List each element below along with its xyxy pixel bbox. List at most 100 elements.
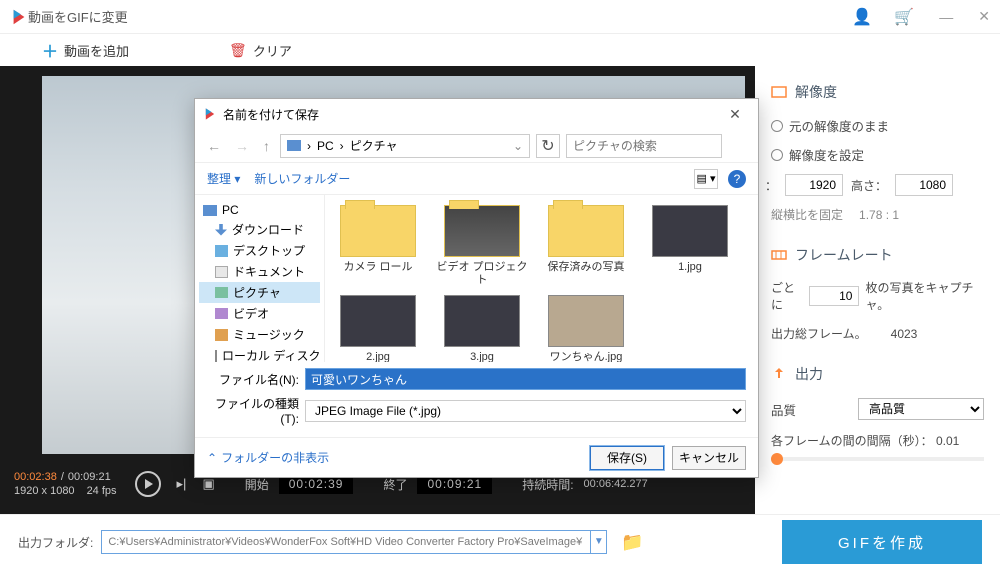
dialog-close-button[interactable]: ✕ <box>720 106 750 123</box>
total-time: 00:09:21 <box>68 471 111 483</box>
tree-downloads[interactable]: ダウンロード <box>199 219 320 240</box>
tree-documents[interactable]: ドキュメント <box>199 261 320 282</box>
filetype-label: ファイルの種類(T): <box>207 395 299 426</box>
folder-item[interactable]: ビデオ プロジェクト <box>435 205 529 287</box>
document-icon <box>215 266 228 278</box>
trash-icon: 🗑 <box>229 42 247 59</box>
minimize-button[interactable]: — <box>939 9 953 25</box>
clear-label: クリア <box>253 41 292 60</box>
save-button[interactable]: 保存(S) <box>590 446 664 470</box>
tree-music[interactable]: ミュージック <box>199 324 320 345</box>
new-folder-button[interactable]: 新しいフォルダー <box>254 170 350 187</box>
file-item[interactable]: ワンちゃん.jpg <box>539 295 633 362</box>
cancel-button[interactable]: キャンセル <box>672 446 746 470</box>
framerate-title: フレームレート <box>771 245 984 265</box>
output-path-input[interactable] <box>101 530 591 554</box>
start-label: 開始 <box>245 476 269 493</box>
back-button[interactable]: ← <box>203 138 225 154</box>
current-time: 00:02:38 <box>14 471 57 483</box>
organize-menu[interactable]: 整理 ▾ <box>207 170 240 187</box>
quality-select[interactable]: 高品質 <box>858 398 984 420</box>
folder-tree: PC ダウンロード デスクトップ ドキュメント ピクチャ ビデオ ミュージック … <box>195 195 325 362</box>
file-item[interactable]: 2.jpg <box>331 295 425 362</box>
folder-icon <box>548 205 624 257</box>
create-gif-button[interactable]: GIFを作成 <box>782 520 982 564</box>
set-resolution-radio[interactable]: 解像度を設定 <box>771 145 984 164</box>
disk-icon <box>215 350 217 362</box>
hide-folders-toggle[interactable]: ⌃フォルダーの非表示 <box>207 449 329 466</box>
end-label: 終了 <box>383 476 407 493</box>
right-panel: 解像度 元の解像度のまま 解像度を設定 ： 高さ： 縦横比を固定 1.78 : … <box>755 66 1000 514</box>
file-item[interactable]: 1.jpg <box>643 205 737 287</box>
save-dialog: 名前を付けて保存 ✕ ← → ↑ › PC › ピクチャ ⌄ ↻ 整理 ▾ 新し… <box>194 98 759 478</box>
add-video-button[interactable]: ＋ 動画を追加 <box>42 38 129 62</box>
dialog-title: 名前を付けて保存 <box>223 106 319 123</box>
app-logo-icon <box>203 107 217 121</box>
cart-icon[interactable]: 🛒 <box>894 7 914 27</box>
tree-videos[interactable]: ビデオ <box>199 303 320 324</box>
plus-icon: ＋ <box>42 38 58 62</box>
filetype-select[interactable]: JPEG Image File (*.jpg) <box>305 400 746 422</box>
file-item[interactable]: 3.jpg <box>435 295 529 362</box>
browse-folder-icon[interactable]: 📁 <box>621 532 643 553</box>
tree-desktop[interactable]: デスクトップ <box>199 240 320 261</box>
output-icon <box>771 366 787 382</box>
filename-input[interactable] <box>305 368 746 390</box>
total-frames-label: 出力総フレーム。 <box>771 325 867 342</box>
interval-slider[interactable] <box>771 457 984 461</box>
folder-icon <box>444 205 520 257</box>
radio-icon <box>771 120 783 132</box>
app-logo-icon <box>10 8 28 26</box>
music-icon <box>215 329 228 341</box>
toolbar: ＋ 動画を追加 🗑 クリア <box>0 34 1000 66</box>
folder-item[interactable]: カメラ ロール <box>331 205 425 287</box>
dialog-fields: ファイル名(N): ファイルの種類(T): JPEG Image File (*… <box>195 362 758 437</box>
quality-label: 品質 <box>771 400 796 419</box>
fps-text: 24 fps <box>87 485 117 497</box>
clear-button[interactable]: 🗑 クリア <box>229 41 292 60</box>
tree-disk-c[interactable]: ローカル ディスク (C <box>199 345 320 362</box>
titlebar: 動画をGIFに変更 👤 🛒 — ✕ <box>0 0 1000 34</box>
dialog-footer: ⌃フォルダーの非表示 保存(S) キャンセル <box>195 437 758 477</box>
keep-resolution-radio[interactable]: 元の解像度のまま <box>771 116 984 135</box>
bottom-bar: 出力フォルダ: ▼ 📁 GIFを作成 <box>0 514 1000 569</box>
resolution-text: 1920 x 1080 <box>14 485 75 497</box>
image-thumb <box>548 295 624 347</box>
forward-button[interactable]: → <box>231 138 253 154</box>
search-input[interactable] <box>566 134 722 158</box>
capture-interval-input[interactable] <box>809 286 859 306</box>
desktop-icon <box>215 245 228 257</box>
ratio-value: 1.78 : 1 <box>859 208 899 222</box>
total-frames-value: 4023 <box>891 327 918 341</box>
slider-thumb[interactable] <box>771 453 783 465</box>
play-icon <box>145 479 153 489</box>
breadcrumb[interactable]: › PC › ピクチャ ⌄ <box>280 134 530 158</box>
dialog-toolbar: 整理 ▾ 新しいフォルダー ▤ ▾ ? <box>195 163 758 195</box>
add-label: 動画を追加 <box>64 41 129 60</box>
view-mode-button[interactable]: ▤ ▾ <box>694 169 718 189</box>
close-button[interactable]: ✕ <box>978 8 990 25</box>
tree-pictures[interactable]: ピクチャ <box>199 282 320 303</box>
folder-item[interactable]: 保存済みの写真 <box>539 205 633 287</box>
folder-icon <box>340 205 416 257</box>
height-input[interactable] <box>895 174 953 196</box>
up-button[interactable]: ↑ <box>259 138 274 154</box>
path-dropdown[interactable]: ▼ <box>591 530 607 554</box>
user-icon[interactable]: 👤 <box>852 7 872 27</box>
videos-icon <box>215 308 228 319</box>
skip-start-icon[interactable]: ▸| <box>177 476 187 492</box>
interval-label: 各フレームの間の間隔（秒）： <box>771 434 933 448</box>
dialog-nav: ← → ↑ › PC › ピクチャ ⌄ ↻ <box>195 129 758 163</box>
lock-ratio-label: 縦横比を固定 <box>771 206 843 223</box>
snapshot-icon[interactable]: ▣ <box>202 476 214 492</box>
width-input[interactable] <box>785 174 843 196</box>
interval-value: 0.01 <box>936 434 959 448</box>
filename-label: ファイル名(N): <box>207 371 299 388</box>
pictures-icon <box>215 287 228 298</box>
tree-pc[interactable]: PC <box>199 201 320 219</box>
refresh-button[interactable]: ↻ <box>536 134 560 158</box>
duration-value: 00:06:42.277 <box>584 478 648 490</box>
window-title: 動画をGIFに変更 <box>28 7 852 26</box>
play-button[interactable] <box>135 471 161 497</box>
help-icon[interactable]: ? <box>728 170 746 188</box>
